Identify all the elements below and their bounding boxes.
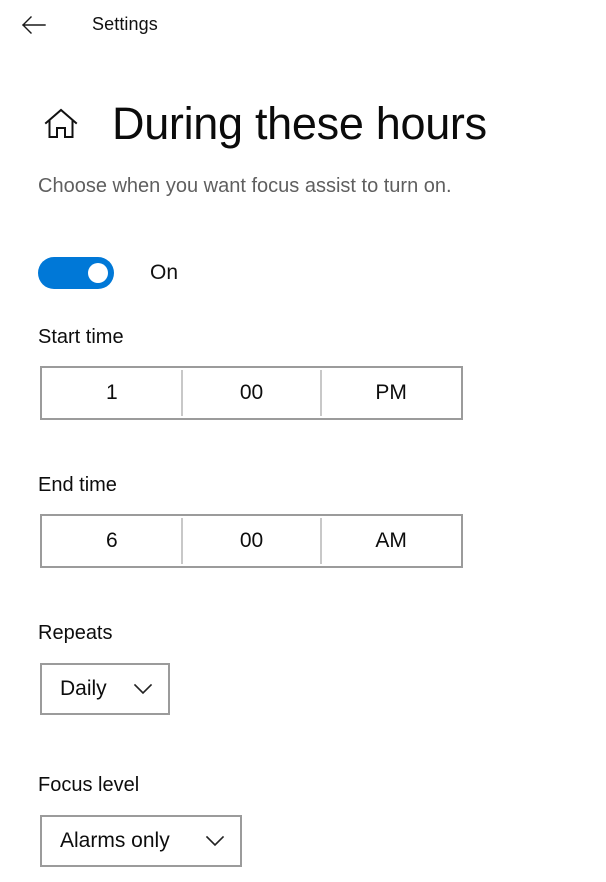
- repeats-value: Daily: [60, 677, 107, 700]
- focus-assist-toggle[interactable]: [38, 257, 114, 289]
- home-icon[interactable]: [40, 103, 82, 145]
- page-subtitle: Choose when you want focus assist to tur…: [38, 175, 452, 197]
- app-title: Settings: [92, 14, 158, 34]
- focus-level-dropdown[interactable]: Alarms only: [40, 815, 242, 867]
- back-button[interactable]: [12, 5, 56, 45]
- end-time-label: End time: [38, 474, 117, 496]
- start-time-period[interactable]: PM: [320, 368, 462, 418]
- focus-level-value: Alarms only: [60, 829, 170, 852]
- start-time-label: Start time: [38, 326, 124, 348]
- page-title: During these hours: [112, 98, 487, 149]
- page-header: During these hours: [0, 95, 606, 157]
- end-time-picker[interactable]: 6 00 AM: [40, 514, 463, 568]
- title-bar: Settings: [0, 0, 606, 54]
- focus-level-label: Focus level: [38, 774, 140, 796]
- toggle-state-label: On: [150, 261, 179, 284]
- repeats-dropdown[interactable]: Daily: [40, 663, 170, 715]
- start-time-minute[interactable]: 00: [180, 368, 322, 418]
- toggle-knob: [88, 263, 108, 283]
- repeats-label: Repeats: [38, 622, 113, 644]
- chevron-down-icon: [132, 678, 154, 700]
- focus-assist-toggle-row: On: [38, 255, 178, 291]
- start-time-picker[interactable]: 1 00 PM: [40, 366, 463, 420]
- end-time-minute[interactable]: 00: [180, 516, 322, 566]
- end-time-period[interactable]: AM: [320, 516, 462, 566]
- start-time-hour[interactable]: 1: [42, 368, 182, 418]
- back-arrow-icon: [21, 14, 47, 36]
- end-time-hour[interactable]: 6: [42, 516, 182, 566]
- chevron-down-icon: [204, 830, 226, 852]
